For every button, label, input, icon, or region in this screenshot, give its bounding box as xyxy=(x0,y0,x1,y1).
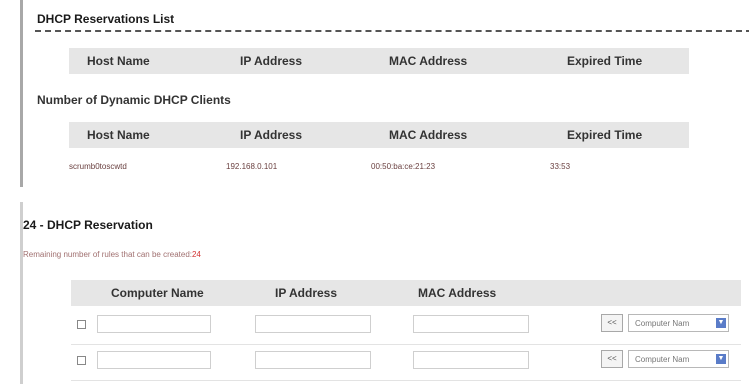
client-ip: 192.168.0.101 xyxy=(226,162,278,171)
chevron-down-icon: ▼ xyxy=(716,354,726,364)
col-computer-name: Computer Name xyxy=(111,286,204,300)
copy-computer-button[interactable]: << xyxy=(601,350,623,368)
ip-address-input[interactable] xyxy=(255,315,371,333)
col-host-name: Host Name xyxy=(87,54,150,68)
dashed-divider xyxy=(35,30,749,32)
col-mac-address: MAC Address xyxy=(389,54,468,68)
computer-name-select[interactable]: Computer Nam ▼ xyxy=(628,314,729,332)
ip-address-input[interactable] xyxy=(255,351,371,369)
dynamic-clients-header: Host Name IP Address MAC Address Expired… xyxy=(69,122,689,148)
computer-name-input[interactable] xyxy=(97,315,211,333)
reservation-row: << Computer Nam ▼ xyxy=(71,310,741,345)
client-expires: 33:53 xyxy=(550,162,571,171)
mac-address-input[interactable] xyxy=(413,351,529,369)
remaining-count: 24 xyxy=(191,250,201,259)
row-checkbox[interactable] xyxy=(77,356,86,365)
select-value: Computer Nam xyxy=(635,319,690,328)
row-checkbox[interactable] xyxy=(77,320,86,329)
computer-name-select[interactable]: Computer Nam ▼ xyxy=(628,350,729,368)
reservation-title: 24 - DHCP Reservation xyxy=(23,218,153,232)
dhcp-reservation-panel: 24 - DHCP Reservation Remaining number o… xyxy=(20,202,749,384)
col-mac-address: MAC Address xyxy=(389,128,468,142)
col-expired-time: Expired Time xyxy=(567,54,643,68)
chevron-down-icon: ▼ xyxy=(716,318,726,328)
col-host-name: Host Name xyxy=(87,128,150,142)
copy-computer-button[interactable]: << xyxy=(601,314,623,332)
col-ip-address: IP Address xyxy=(240,54,303,68)
remaining-label: Remaining number of rules that can be cr… xyxy=(23,250,192,259)
dynamic-clients-title: Number of Dynamic DHCP Clients xyxy=(37,93,231,107)
mac-address-input[interactable] xyxy=(413,315,529,333)
reservation-row: << Computer Nam ▼ xyxy=(71,346,741,381)
reservations-list-title: DHCP Reservations List xyxy=(37,12,175,26)
client-host-name: scrumb0toscwtd xyxy=(69,162,127,171)
select-value: Computer Nam xyxy=(635,355,690,364)
col-mac-address: MAC Address xyxy=(418,286,497,300)
col-ip-address: IP Address xyxy=(240,128,303,142)
reservations-list-header: Host Name IP Address MAC Address Expired… xyxy=(69,48,689,74)
dhcp-clients-panel: DHCP Reservations List Host Name IP Addr… xyxy=(20,0,749,187)
client-mac: 00:50:ba:ce:21:23 xyxy=(371,162,436,171)
col-ip-address: IP Address xyxy=(275,286,338,300)
computer-name-input[interactable] xyxy=(97,351,211,369)
remaining-rules-text: Remaining number of rules that can be cr… xyxy=(23,250,201,259)
reservation-header: Computer Name IP Address MAC Address xyxy=(71,280,741,306)
col-expired-time: Expired Time xyxy=(567,128,643,142)
